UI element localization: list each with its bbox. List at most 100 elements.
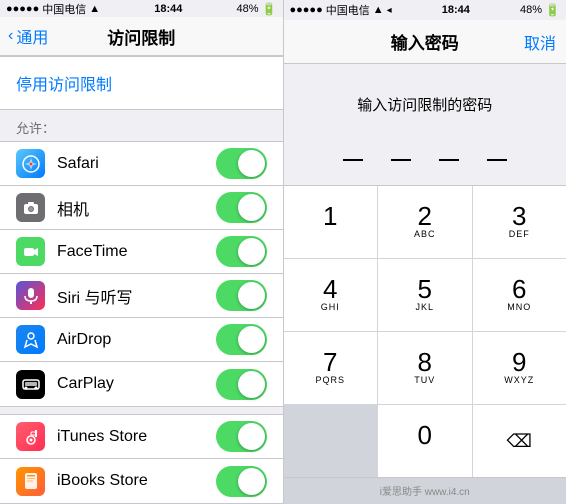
- key-1[interactable]: 1: [284, 186, 378, 258]
- right-status-bar: ●●●●● 中国电信 ▲ ◂ 18:44 48% 🔋: [284, 0, 566, 20]
- siri-toggle[interactable]: [216, 280, 267, 311]
- key-9-number: 9: [512, 349, 526, 375]
- facetime-toggle[interactable]: [216, 236, 267, 267]
- camera-icon: [16, 193, 45, 222]
- safari-label: Safari: [57, 155, 216, 173]
- left-nav-title: 访问限制: [107, 24, 175, 49]
- allow-list-group: Safari 相机 FaceTime S: [0, 141, 283, 407]
- right-gps-icon: ◂: [387, 5, 392, 16]
- passcode-dash-1: [343, 159, 363, 161]
- key-7-number: 7: [323, 349, 337, 375]
- passcode-dash-2: [391, 159, 411, 161]
- key-6-number: 6: [512, 276, 526, 302]
- key-3-number: 3: [512, 203, 526, 229]
- key-0-number: 0: [418, 422, 432, 448]
- back-label: 通用: [16, 24, 48, 48]
- list-item-facetime[interactable]: FaceTime: [0, 230, 283, 274]
- keypad: 1 2 ABC 3 DEF 4 GHI 5 JKL 6 MNO: [284, 185, 566, 477]
- delete-icon: ⌫: [507, 431, 532, 452]
- right-battery-pct: 48%: [520, 4, 542, 16]
- right-time: 18:44: [442, 4, 470, 16]
- list-item-airdrop[interactable]: AirDrop: [0, 318, 283, 362]
- store-list-group: iTunes Store iBooks Store: [0, 414, 283, 504]
- itunes-label: iTunes Store: [57, 428, 216, 446]
- camera-label: 相机: [57, 196, 216, 220]
- right-wifi-icon: ▲: [373, 4, 384, 16]
- watermark-text: i爱思助手 www.i4.cn: [380, 487, 470, 498]
- key-2[interactable]: 2 ABC: [378, 186, 472, 258]
- cancel-button[interactable]: 取消: [524, 30, 556, 54]
- list-item-camera[interactable]: 相机: [0, 186, 283, 230]
- key-0[interactable]: 0: [378, 405, 472, 477]
- carplay-icon: [16, 370, 45, 399]
- right-battery-icon: 🔋: [545, 3, 560, 17]
- carplay-label: CarPlay: [57, 375, 216, 393]
- itunes-toggle[interactable]: [216, 421, 267, 452]
- siri-icon: [16, 281, 45, 310]
- left-battery-pct: 48%: [237, 3, 259, 15]
- left-status-right: 48% 🔋: [237, 2, 277, 16]
- key-9-letters: WXYZ: [504, 375, 534, 387]
- left-time: 18:44: [154, 3, 182, 15]
- watermark-bar: i爱思助手 www.i4.cn: [284, 477, 566, 504]
- ibooks-toggle[interactable]: [216, 466, 267, 497]
- key-empty-left: [284, 405, 378, 477]
- key-9[interactable]: 9 WXYZ: [473, 332, 566, 404]
- key-8[interactable]: 8 TUV: [378, 332, 472, 404]
- passcode-dash-3: [439, 159, 459, 161]
- right-signal-dots: ●●●●●: [290, 4, 323, 16]
- left-signal-dots: ●●●●●: [6, 3, 39, 15]
- key-5-letters: JKL: [415, 302, 434, 314]
- key-2-number: 2: [418, 203, 432, 229]
- key-7-letters: PQRS: [315, 375, 345, 387]
- back-button[interactable]: ‹ 通用: [8, 24, 48, 48]
- list-item-siri[interactable]: Siri 与听写: [0, 274, 283, 318]
- safari-toggle[interactable]: [216, 148, 267, 179]
- left-status-bar: ●●●●● 中国电信 ▲ 18:44 48% 🔋: [0, 0, 283, 17]
- passcode-prompt-text: 输入访问限制的密码: [284, 64, 566, 135]
- left-wifi-icon: ▲: [89, 3, 100, 15]
- list-item-itunes[interactable]: iTunes Store: [0, 415, 283, 459]
- right-nav-bar: 输入密码 取消: [284, 20, 566, 64]
- key-2-letters: ABC: [414, 229, 436, 241]
- airdrop-toggle[interactable]: [216, 324, 267, 355]
- list-item-carplay[interactable]: CarPlay: [0, 362, 283, 406]
- list-item-ibooks[interactable]: iBooks Store: [0, 459, 283, 503]
- key-6-letters: MNO: [507, 302, 531, 314]
- left-panel: ●●●●● 中国电信 ▲ 18:44 48% 🔋 ‹ 通用 访问限制 停用访问限…: [0, 0, 283, 504]
- right-status-left: ●●●●● 中国电信 ▲ ◂: [290, 2, 392, 18]
- allow-section-header: 允许：: [0, 110, 283, 141]
- facetime-icon: [16, 237, 45, 266]
- list-item-safari[interactable]: Safari: [0, 142, 283, 186]
- key-3-letters: DEF: [509, 229, 530, 241]
- key-7[interactable]: 7 PQRS: [284, 332, 378, 404]
- key-3[interactable]: 3 DEF: [473, 186, 566, 258]
- right-nav-title: 输入密码: [391, 29, 459, 54]
- airdrop-icon: [16, 325, 45, 354]
- list-gap: [0, 407, 283, 414]
- right-panel: ●●●●● 中国电信 ▲ ◂ 18:44 48% 🔋 输入密码 取消 输入访问限…: [284, 0, 566, 504]
- key-4[interactable]: 4 GHI: [284, 259, 378, 331]
- key-4-letters: GHI: [321, 302, 340, 314]
- passcode-input-display: [284, 135, 566, 185]
- key-6[interactable]: 6 MNO: [473, 259, 566, 331]
- safari-icon: [16, 149, 45, 178]
- airdrop-label: AirDrop: [57, 331, 216, 349]
- key-8-letters: TUV: [414, 375, 435, 387]
- left-nav-bar: ‹ 通用 访问限制: [0, 17, 283, 56]
- chevron-left-icon: ‹: [8, 27, 13, 45]
- key-5[interactable]: 5 JKL: [378, 259, 472, 331]
- left-status-left: ●●●●● 中国电信 ▲: [6, 1, 100, 17]
- left-battery-icon: 🔋: [262, 2, 277, 16]
- passcode-dash-4: [487, 159, 507, 161]
- camera-toggle[interactable]: [216, 192, 267, 223]
- key-delete[interactable]: ⌫: [473, 405, 566, 477]
- disable-restrictions-button[interactable]: 停用访问限制: [0, 56, 283, 110]
- itunes-icon: [16, 422, 45, 451]
- carplay-toggle[interactable]: [216, 369, 267, 400]
- key-5-number: 5: [418, 276, 432, 302]
- key-4-number: 4: [323, 276, 337, 302]
- siri-label: Siri 与听写: [57, 284, 216, 308]
- ibooks-label: iBooks Store: [57, 472, 216, 490]
- right-status-right: 48% 🔋: [520, 3, 560, 17]
